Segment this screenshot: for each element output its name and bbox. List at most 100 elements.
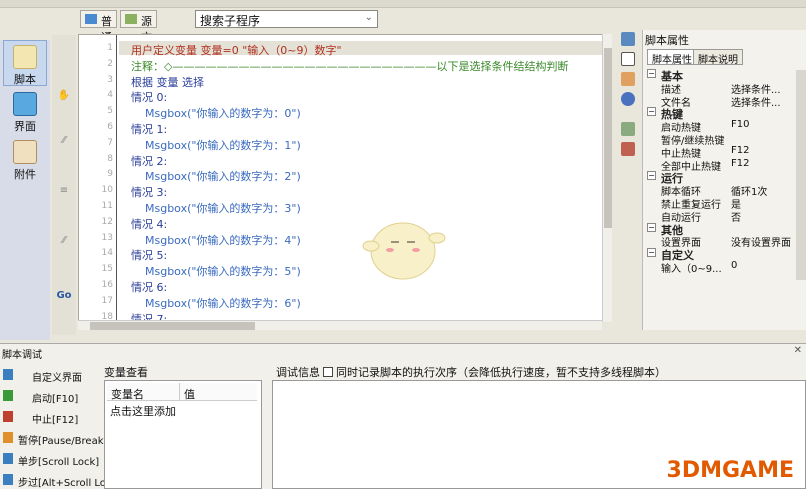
code-line[interactable]: 注释：◇————————————————————————以下是选择条件结结构判断 — [131, 58, 568, 74]
property-value[interactable]: F12 — [731, 158, 749, 169]
debug-button[interactable]: 步过[Alt+Scroll Lock] — [0, 471, 121, 489]
properties-scrollbar[interactable] — [796, 70, 806, 280]
property-row[interactable]: 中止热键 F12 — [647, 145, 797, 160]
code-line[interactable]: Msgbox("你输入的数字为：6") — [131, 295, 301, 311]
code-line[interactable]: 情况 5: — [131, 247, 167, 263]
scroll-thumb[interactable] — [604, 48, 612, 228]
line-number: 17 — [101, 295, 113, 306]
tab-script-properties[interactable]: 脚本属性 — [647, 49, 697, 66]
tab-normal[interactable]: 普通 — [80, 10, 117, 44]
line-number: 3 — [107, 74, 113, 85]
debug-action-icon — [3, 411, 13, 422]
add-variable-link[interactable]: 点击这里添加 — [110, 403, 176, 419]
property-row[interactable]: 描述 选择条件... — [647, 81, 797, 96]
property-category[interactable]: − 其他 — [647, 222, 797, 237]
variable-table[interactable]: 变量名 值 点击这里添加 — [104, 380, 262, 489]
debug-button[interactable]: 自定义界面 — [0, 366, 100, 384]
property-row[interactable]: 文件名 选择条件... — [647, 94, 797, 109]
collapse-icon[interactable]: − — [647, 171, 656, 181]
record-order-label[interactable]: 同时记录脚本的执行次序（会降低执行速度，暂不支持多线程脚本） — [336, 366, 666, 379]
property-value[interactable]: 0 — [731, 260, 737, 271]
edit-icon[interactable] — [621, 32, 635, 46]
sidebar-item-label: 附件 — [14, 168, 36, 181]
sidebar-item-attachment[interactable]: 附件 — [3, 136, 47, 182]
property-value[interactable]: F12 — [731, 145, 749, 156]
search-value: 搜索子程序 — [200, 14, 261, 28]
debug-button-label: 中止[F12] — [32, 415, 79, 426]
property-row[interactable]: 自动运行否 — [647, 209, 797, 224]
column-header[interactable]: 值 — [179, 383, 199, 401]
debug-action-icon — [3, 474, 13, 485]
code-line[interactable]: 用户定义变量 变量=0 "输入（0~9）数字" — [131, 42, 342, 58]
code-line[interactable]: 根据 变量 选择 — [131, 74, 204, 90]
close-icon[interactable]: ✕ — [794, 345, 802, 356]
debug-action-icon — [3, 453, 13, 464]
property-row[interactable]: 全部中止热键 F12 — [647, 158, 797, 173]
code-line[interactable]: Msgbox("你输入的数字为：1") — [131, 137, 301, 153]
image-icon[interactable] — [621, 72, 635, 86]
tab-script-description[interactable]: 脚本说明 — [693, 49, 743, 66]
code-line[interactable]: Msgbox("你输入的数字为：5") — [131, 263, 301, 279]
code-line[interactable]: Msgbox("你输入的数字为：2") — [131, 168, 301, 184]
property-row[interactable]: 输入（0~9... 0 — [647, 260, 797, 275]
watermark-logo: 3DMGAME — [666, 458, 794, 483]
column-header[interactable]: 变量名 — [111, 386, 144, 402]
code-line[interactable]: 情况 3: — [131, 184, 167, 200]
indent-icon[interactable]: ≡ — [56, 185, 72, 199]
property-row[interactable]: 脚本循环 循环1次 — [647, 183, 797, 198]
property-value[interactable]: F10 — [731, 119, 749, 130]
mascot-image — [362, 222, 446, 280]
scroll-thumb[interactable] — [90, 322, 255, 330]
code-line[interactable]: 情况 1: — [131, 121, 167, 137]
record-order-checkbox[interactable] — [323, 367, 333, 377]
debug-info-header: 调试信息 同时记录脚本的执行次序（会降低执行速度，暂不支持多线程脚本） — [276, 364, 666, 380]
line-number: 12 — [101, 216, 113, 227]
tab-source[interactable]: 源文件 — [120, 10, 157, 60]
format-icon[interactable]: ⁄⁄ — [56, 235, 72, 249]
debug-button[interactable]: 启动[F10] — [0, 387, 100, 405]
code-line[interactable]: Msgbox("你输入的数字为：3") — [131, 200, 301, 216]
code-editor[interactable]: 12345678910111213141516171819 用户定义变量 变量=… — [78, 34, 612, 322]
property-category[interactable]: − 运行 — [647, 170, 797, 185]
property-category[interactable]: − 自定义 — [647, 247, 797, 262]
line-number: 16 — [101, 280, 113, 290]
property-category[interactable]: − 热键 — [647, 106, 797, 121]
code-line[interactable]: 情况 0: — [131, 89, 167, 105]
property-row[interactable]: 启动热键 F10 — [647, 119, 797, 134]
property-row[interactable]: 暂停/继续热键 — [647, 132, 797, 147]
panel-title: 脚本调试 — [2, 350, 42, 361]
subroutine-search-select[interactable]: 搜索子程序 ⌄ — [195, 10, 378, 28]
line-number: 13 — [101, 232, 113, 243]
globe-icon[interactable] — [621, 92, 635, 106]
collapse-icon[interactable]: − — [647, 248, 656, 258]
property-category[interactable]: − 基本 — [647, 68, 797, 83]
debug-info-label: 调试信息 — [276, 366, 320, 379]
editor-vertical-scrollbar[interactable] — [602, 34, 612, 322]
code-line[interactable]: Msgbox("你输入的数字为：4") — [131, 232, 301, 248]
line-number: 10 — [101, 185, 113, 196]
editor-horizontal-scrollbar[interactable] — [78, 320, 602, 330]
debug-button[interactable]: 暂停[Pause/Break] — [0, 429, 107, 447]
document-icon[interactable] — [621, 52, 635, 66]
sidebar-item-label: 脚本 — [14, 73, 36, 86]
collapse-icon[interactable]: − — [647, 69, 656, 78]
add-item-icon[interactable] — [621, 122, 635, 136]
remove-item-icon[interactable] — [621, 142, 635, 156]
collapse-icon[interactable]: − — [647, 107, 656, 117]
go-button[interactable]: Go — [56, 290, 72, 304]
code-line[interactable]: 情况 2: — [131, 153, 167, 169]
property-row[interactable]: 设置界面 没有设置界面 — [647, 234, 797, 249]
collapse-icon[interactable]: − — [647, 222, 656, 232]
sidebar-item-script[interactable]: 脚本 — [3, 40, 47, 86]
debug-button[interactable]: 中止[F12] — [0, 408, 100, 426]
comment-icon[interactable]: ⁄⁄ — [56, 135, 72, 149]
property-row[interactable]: 禁止重复运行是 — [647, 196, 797, 211]
panel-title: 脚本属性 — [645, 34, 689, 47]
debug-button[interactable]: 单步[Scroll Lock] — [0, 450, 100, 468]
code-line[interactable]: 情况 6: — [131, 279, 167, 295]
code-line[interactable]: Msgbox("你输入的数字为：0") — [131, 105, 301, 121]
code-line[interactable]: 情况 4: — [131, 216, 167, 232]
debug-button-label: 单步[Scroll Lock] — [18, 457, 100, 468]
hand-icon[interactable]: ✋ — [56, 90, 72, 104]
sidebar-item-ui[interactable]: 界面 — [3, 88, 47, 134]
